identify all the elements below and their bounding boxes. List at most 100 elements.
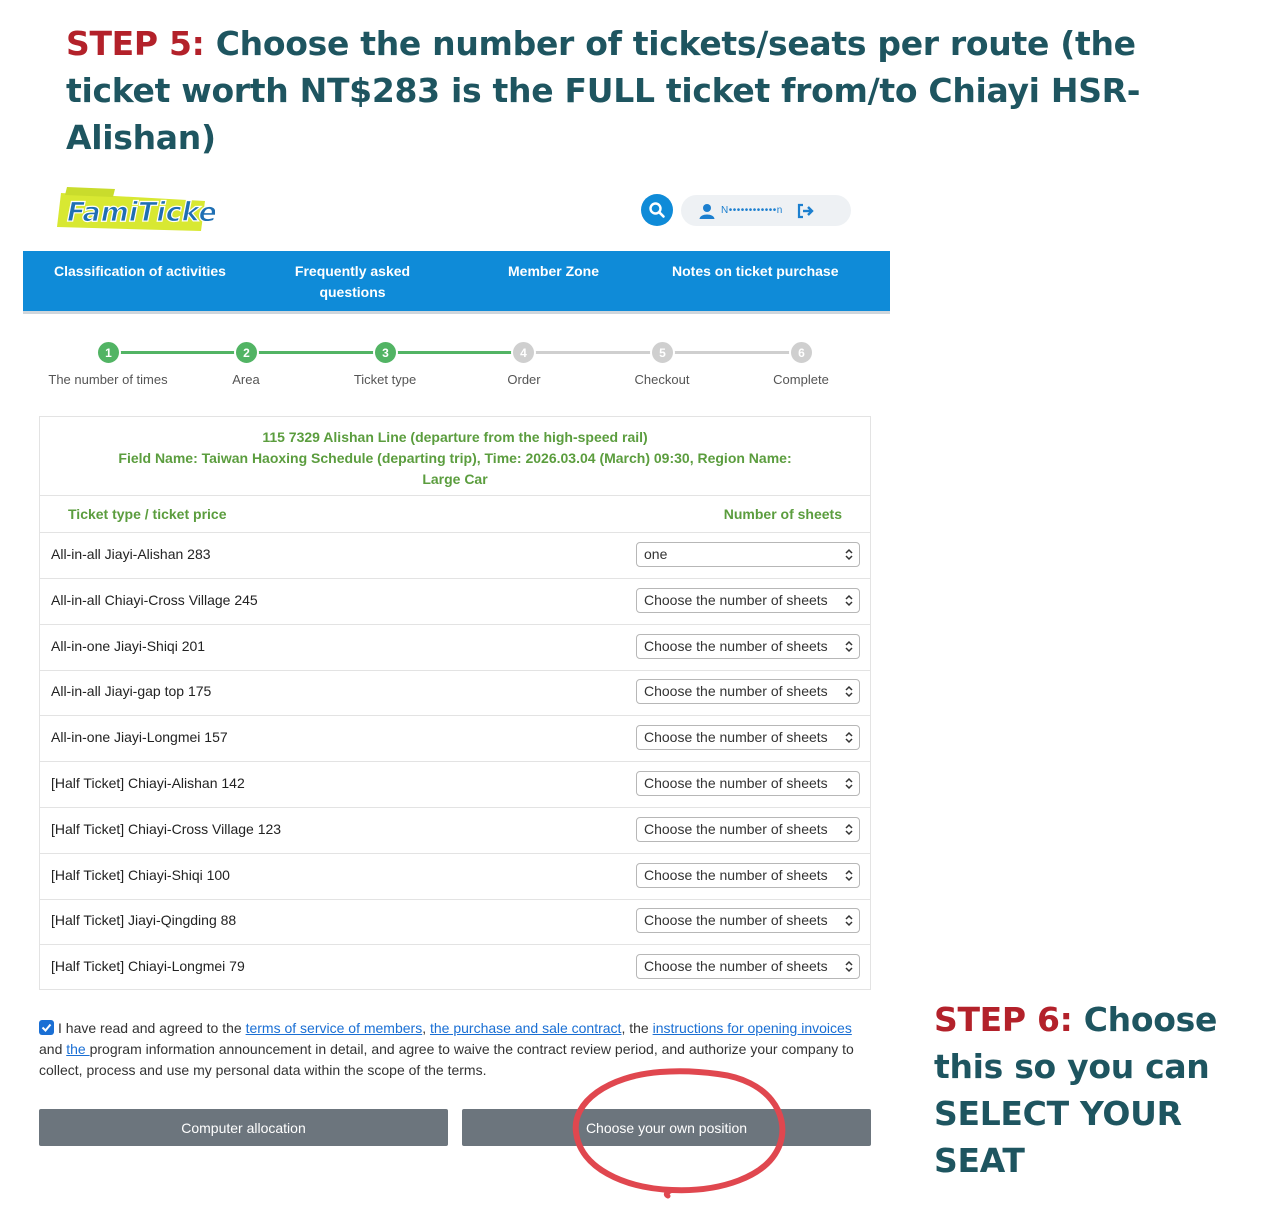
progress-stepper: 1 2 3 4 5 6 The number of times Area Tic…	[23, 338, 890, 398]
checkmark-icon	[41, 1023, 52, 1032]
step-5-dot: 5	[650, 340, 675, 365]
stepper-line-completed	[109, 351, 523, 354]
agreement-text-3: , the	[621, 1020, 653, 1036]
program-info-link[interactable]: the	[66, 1041, 89, 1057]
nav-classification-of-activities[interactable]: Classification of activities	[54, 261, 226, 282]
chevron-updown-icon	[845, 686, 853, 698]
sheet-count-value: Choose the number of sheets	[644, 729, 828, 746]
sheet-count-select[interactable]: Choose the number of sheets	[636, 725, 860, 751]
terms-of-service-link[interactable]: terms of service of members	[246, 1020, 423, 1036]
chevron-updown-icon	[845, 777, 853, 790]
famiticket-logo[interactable]: FamiTicket	[55, 183, 232, 239]
ticket-row: All-in-all Chiayi-Cross Village 245 Choos…	[40, 578, 870, 625]
ticket-name: All-in-all Jiayi-gap top 175	[51, 683, 212, 700]
ticket-row: All-in-all Jiayi-Alishan 283 one	[40, 532, 870, 579]
chevron-updown-icon	[845, 823, 853, 835]
sheet-count-select[interactable]: Choose the number of sheets	[636, 633, 860, 659]
sheet-count-select[interactable]: Choose the number of sheets	[636, 679, 860, 705]
sheet-count-select[interactable]: one	[636, 542, 860, 567]
sheet-count-value: Choose the number of sheets	[644, 591, 828, 608]
event-details: Field Name: Taiwan Haoxing Schedule (dep…	[118, 450, 792, 466]
agreement-checkbox[interactable]	[39, 1020, 54, 1035]
ticket-row: [Half Ticket] Chiayi-Shiqi 100 Choose the…	[40, 853, 870, 900]
sheet-count-select[interactable]: Choose the number of sheets	[636, 587, 860, 613]
ticket-row: [Half Ticket] Chiayi-Cross Village 123 Ch…	[40, 807, 870, 854]
sheet-count-select[interactable]: Choose the number of sheets	[636, 908, 860, 934]
step-6-label: Complete	[773, 372, 829, 387]
ticket-name: [Half Ticket] Jiayi-Qingding 88	[51, 912, 237, 929]
search-button[interactable]	[641, 194, 673, 226]
ticket-row: All-in-all Jiayi-gap top 175 Choose the n…	[40, 669, 870, 717]
agreement-text-2: ,	[422, 1020, 430, 1036]
logout-button[interactable]	[797, 203, 815, 219]
chevron-updown-icon	[845, 594, 853, 606]
agreement-text-4: and	[39, 1041, 67, 1057]
chevron-updown-icon	[845, 640, 853, 652]
computer-allocation-button[interactable]: Computer allocation	[39, 1109, 448, 1146]
ticket-name: [Half Ticket] Chiayi-Shiqi 100	[51, 866, 230, 883]
ticket-name: All-in-one Jiayi-Longmei 157	[51, 729, 228, 746]
logout-icon	[797, 203, 814, 218]
user-account-pill[interactable]: N••••••••••••n	[681, 195, 851, 226]
agreement-text-1: I have read and agreed to the	[58, 1020, 246, 1036]
ticket-row: All-in-one Jiayi-Longmei 157 Choose the n…	[40, 715, 870, 763]
purchase-contract-link[interactable]: the purchase and sale contract	[430, 1020, 621, 1036]
sheet-count-value: Choose the number of sheets	[644, 683, 828, 700]
step-1-dot: 1	[96, 340, 121, 365]
ticket-name: All-in-one Jiayi-Shiqi 201	[51, 637, 206, 654]
sheet-count-select[interactable]: Choose the number of sheets	[636, 771, 860, 796]
ticket-row: [Half Ticket] Chiayi-Alishan 142 Choose t…	[40, 761, 870, 808]
sheet-count-select[interactable]: Choose the number of sheets	[636, 816, 860, 842]
step6-prefix: STEP 6:	[934, 1000, 1073, 1039]
ticket-name: [Half Ticket] Chiayi-Cross Village 123	[51, 820, 282, 837]
sheet-count-value: one	[644, 546, 668, 562]
ticket-name: All-in-all Jiayi-Alishan 283	[51, 546, 211, 562]
sheet-count-select[interactable]: Choose the number of sheets	[636, 862, 860, 888]
ticket-row: All-in-one Jiayi-Shiqi 201 Choose the num…	[40, 624, 870, 671]
step-2-label: Area	[232, 372, 260, 387]
header-ticket-type: Ticket type / ticket price	[68, 506, 227, 522]
logo-text: FamiTicket	[67, 197, 215, 228]
event-region: Large Car	[422, 471, 488, 487]
step5-text: Choose the number of tickets/seats per r…	[66, 24, 1141, 157]
nav-member-zone[interactable]: Member Zone	[508, 261, 599, 282]
chevron-updown-icon	[845, 548, 853, 561]
header-number-of-sheets: Number of sheets	[723, 506, 842, 522]
invoice-instructions-link[interactable]: instructions for opening invoices	[653, 1020, 852, 1036]
nav-notes-on-ticket-purchase[interactable]: Notes on ticket purchase	[672, 261, 839, 282]
chevron-updown-icon	[845, 961, 853, 973]
sheet-count-value: Choose the number of sheets	[644, 637, 828, 654]
ticket-selection-card: 115 7329 Alishan Line (departure from th…	[39, 416, 871, 990]
step-4-dot: 4	[511, 340, 536, 365]
search-icon	[649, 202, 665, 218]
ticket-row: [Half Ticket] Chiayi-Longmei 79 Choose th…	[40, 944, 870, 990]
event-title: 115 7329 Alishan Line (departure from th…	[262, 429, 648, 445]
step-3-dot: 3	[373, 340, 398, 365]
step-1-label: The number of times	[48, 372, 168, 387]
sheet-count-value: Choose the number of sheets	[644, 912, 828, 929]
ticket-name: [Half Ticket] Chiayi-Longmei 79	[51, 958, 245, 975]
user-icon	[699, 203, 715, 219]
sheet-count-value: Choose the number of sheets	[644, 866, 828, 883]
step6-annotation: STEP 6: Choose this so you can SELECT YO…	[934, 996, 1274, 1184]
highlight-circle	[572, 1068, 786, 1199]
step-6-dot: 6	[789, 340, 814, 365]
ticket-name: [Half Ticket] Chiayi-Alishan 142	[51, 775, 245, 791]
chevron-updown-icon	[845, 732, 853, 744]
nav-frequently-asked-questions[interactable]: Frequently asked questions	[281, 261, 424, 303]
step-5-label: Checkout	[634, 372, 690, 387]
event-info: 115 7329 Alishan Line (departure from th…	[40, 417, 870, 496]
step5-prefix: STEP 5:	[66, 24, 205, 63]
sheet-count-value: Choose the number of sheets	[644, 820, 828, 837]
user-name: N••••••••••••n	[721, 205, 783, 216]
ticket-name: All-in-all Chiayi-Cross Village 245	[51, 591, 258, 608]
step-2-dot: 2	[234, 340, 259, 365]
ticket-row: [Half Ticket] Jiayi-Qingding 88 Choose th…	[40, 898, 870, 946]
step5-annotation: STEP 5: Choose the number of tickets/sea…	[66, 20, 1216, 161]
sheet-count-select[interactable]: Choose the number of sheets	[636, 954, 860, 980]
chevron-updown-icon	[845, 915, 853, 927]
ticket-table-header: Ticket type / ticket price Number of she…	[40, 496, 870, 533]
main-navbar: Classification of activities Frequently …	[23, 251, 890, 314]
sheet-count-value: Choose the number of sheets	[644, 775, 828, 791]
sheet-count-value: Choose the number of sheets	[644, 958, 828, 975]
